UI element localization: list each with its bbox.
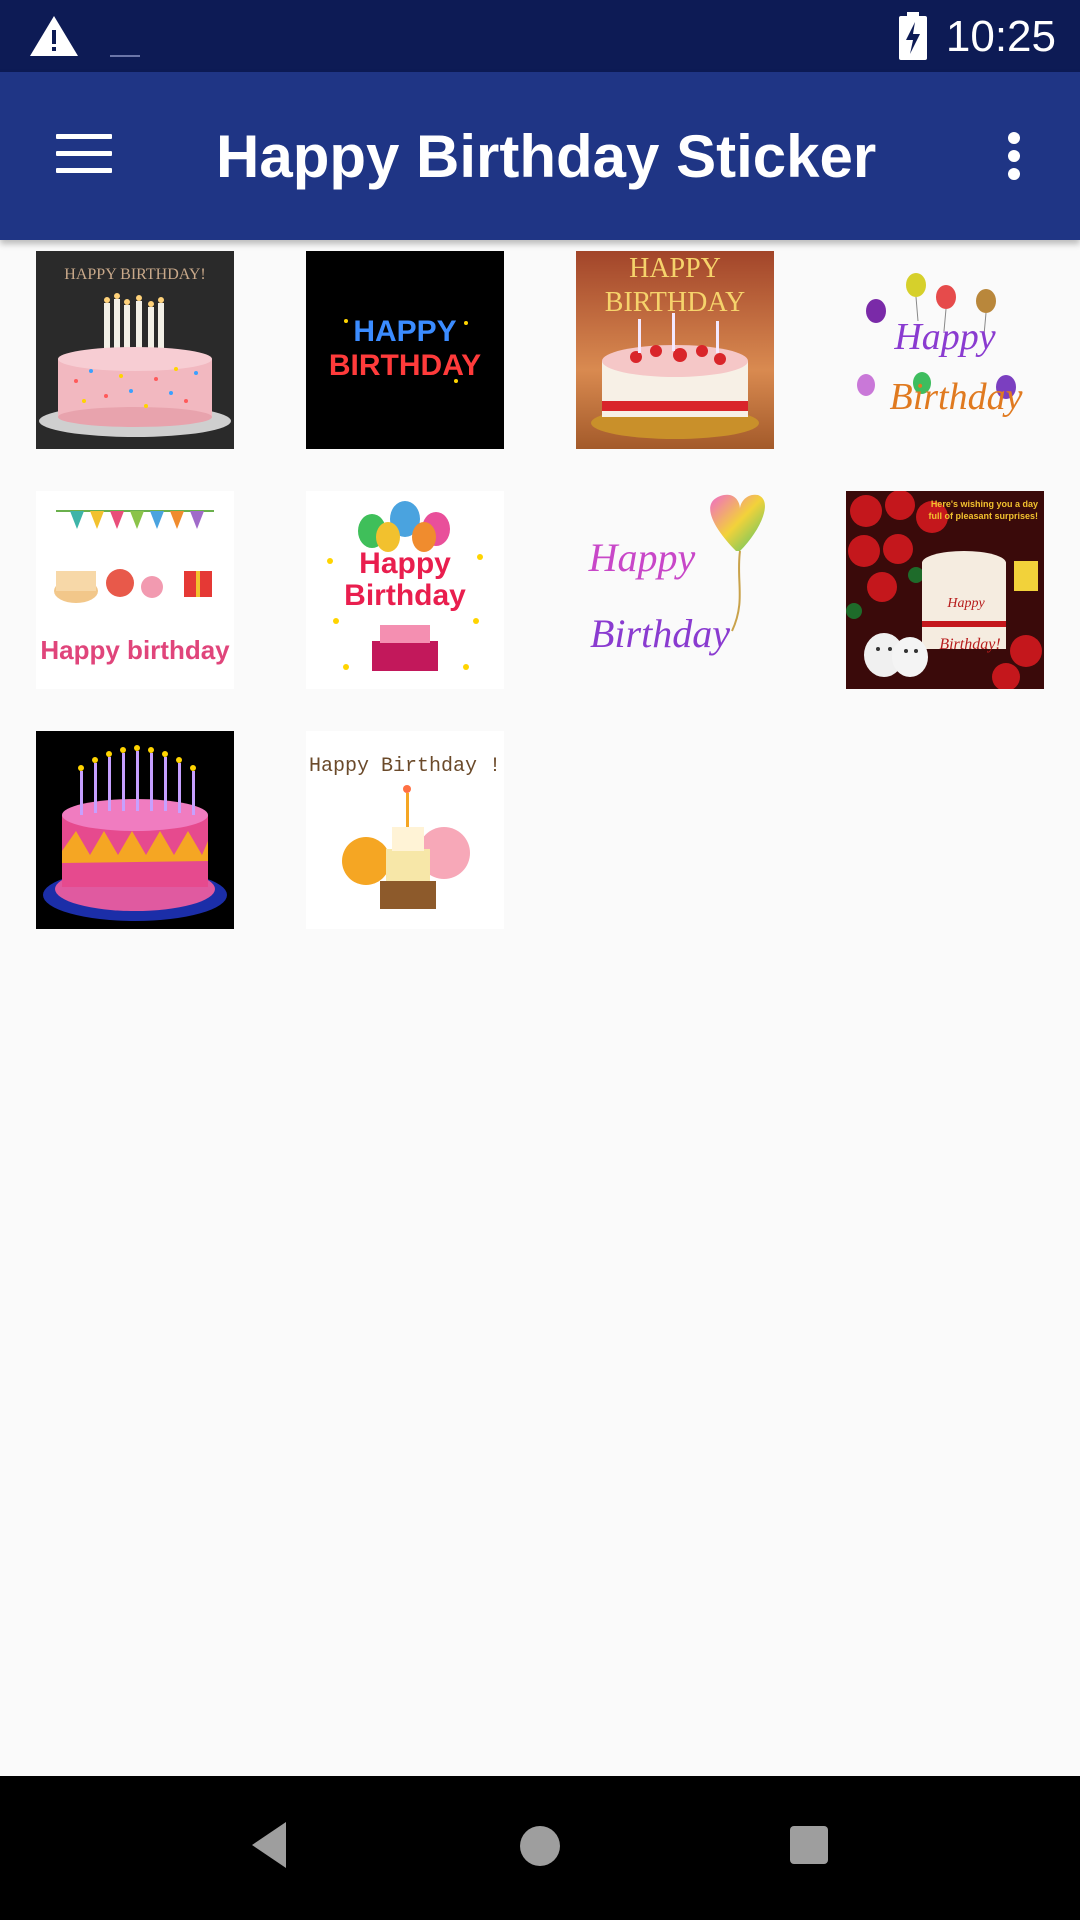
recents-icon[interactable] [790,1826,828,1864]
sticker-1-caption: HAPPY BIRTHDAY! [64,266,205,283]
more-vert-dot [1008,150,1020,162]
sticker-2-line1: HAPPY [353,315,456,348]
sticker-4-line1: Happy [893,316,995,358]
sticker-5-caption: Happy birthday [40,635,230,665]
more-vert-icon [1008,132,1020,144]
sticker-2[interactable]: HAPPY BIRTHDAY [306,251,504,449]
sticker-8-cake-line2: Birthday! [939,636,1000,653]
sticker-6-line2: Birthday [344,579,466,612]
menu-icon-line [56,168,112,173]
more-options-button[interactable] [990,124,1038,188]
sticker-6[interactable]: Happy Birthday [306,491,504,689]
sticker-8-line2: full of pleasant surprises! [928,511,1038,521]
sticker-10[interactable]: Happy Birthday ! [306,731,504,929]
menu-button[interactable] [40,116,130,196]
home-icon[interactable] [520,1826,560,1866]
sticker-9[interactable] [36,731,234,929]
sticker-7-line2: Birthday [590,611,730,656]
sticker-5[interactable]: Happy birthday [36,491,234,689]
app-bar: Happy Birthday Sticker [0,72,1080,240]
sticker-2-line2: BIRTHDAY [329,349,481,382]
battery-charging-icon [899,12,927,60]
sticker-7-line1: Happy [588,535,696,580]
navigation-bar [0,1776,1080,1920]
sticker-7[interactable]: Happy Birthday [576,491,774,689]
sticker-3-line1: HAPPY [629,253,721,284]
sticker-8-cake-line1: Happy [946,596,985,611]
app-title: Happy Birthday Sticker [216,123,877,190]
menu-icon-line [56,151,112,156]
sticker-4[interactable]: Happy Birthday [846,251,1044,449]
notification-indicator [110,55,140,57]
sticker-8-line1: Here's wishing you a day [931,499,1038,509]
menu-icon [56,134,112,139]
sticker-10-caption: Happy Birthday ! [309,755,501,778]
sticker-4-line2: Birthday [890,376,1023,418]
status-bar: 10:25 [0,0,1080,72]
back-icon[interactable] [250,1820,290,1870]
sticker-8[interactable]: Here's wishing you a day full of pleasan… [846,491,1044,689]
warning-icon [30,16,78,56]
sticker-1[interactable]: HAPPY BIRTHDAY! [36,251,234,449]
status-time: 10:25 [945,12,1056,61]
more-vert-dot [1008,168,1020,180]
sticker-3[interactable]: HAPPY BIRTHDAY [576,251,774,449]
sticker-6-line1: Happy [359,547,451,580]
